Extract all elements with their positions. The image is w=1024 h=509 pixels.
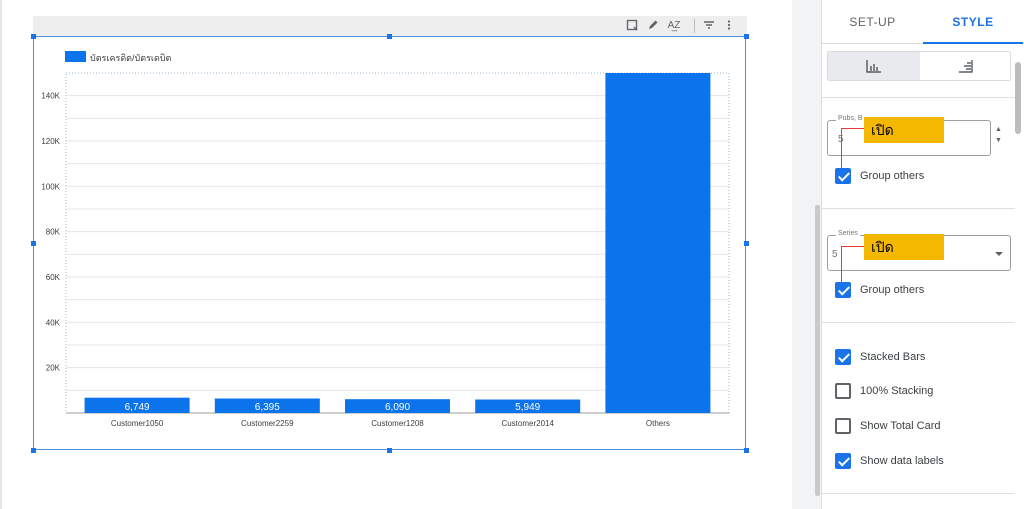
panel-tabs: SET-UP STYLE — [822, 0, 1024, 44]
series-count-value: 5 — [832, 249, 838, 260]
bar-chart[interactable]: บัตรเครดิต/บัตรเดบิต 20K 40K 60K 80K 100K 120… — [34, 37, 745, 449]
percent-stacking-label: 100% Stacking — [860, 385, 934, 397]
section-divider — [822, 97, 1015, 98]
show-total-card-label: Show Total Card — [860, 420, 941, 432]
orientation-toggle — [827, 51, 1011, 81]
active-tab-indicator — [923, 42, 1023, 44]
bars-count-label: Pubs, B — [836, 115, 865, 122]
series-count-label: Series — [836, 230, 860, 237]
select-icon[interactable] — [625, 19, 639, 33]
callout-leader-1 — [841, 128, 842, 168]
callout-leader-2 — [841, 246, 842, 284]
tab-setup[interactable]: SET-UP — [822, 0, 923, 44]
x-tick-label: Customer2014 — [501, 419, 554, 428]
y-tick-label: 80K — [46, 228, 61, 237]
filter-icon[interactable] — [702, 19, 716, 33]
sort-az-icon[interactable]: A͢Z — [667, 19, 681, 33]
stacked-bars-checkbox[interactable] — [835, 349, 851, 365]
legend-label[interactable]: บัตรเครดิต/บัตรเดบิต — [90, 53, 172, 63]
horizontal-bars-button[interactable] — [920, 52, 1012, 80]
y-tick-label: 20K — [46, 364, 61, 373]
callout-leader-1-h — [841, 128, 864, 129]
canvas-left-edge — [0, 0, 2, 509]
show-total-card-checkbox[interactable] — [835, 418, 851, 434]
vertical-bars-button[interactable] — [828, 52, 920, 80]
chart-bars: 6,749 6,395 6,090 5,949 — [84, 73, 711, 413]
tab-style[interactable]: STYLE — [923, 0, 1023, 44]
y-tick-label: 100K — [41, 182, 60, 191]
data-label: 6,090 — [385, 402, 410, 413]
callout-open-1: เปิด — [864, 117, 944, 143]
group-others-bars-checkbox[interactable] — [835, 168, 851, 184]
canvas-scrollbar[interactable] — [815, 205, 820, 496]
section-divider — [822, 493, 1015, 494]
data-label: 5,949 — [515, 402, 540, 413]
chart-y-axis: 20K 40K 60K 80K 100K 120K 140K — [41, 92, 60, 373]
bar-chart-horizontal-icon — [959, 60, 973, 73]
chart-toolbar: A͢Z — [33, 16, 747, 36]
show-data-labels-label: Show data labels — [860, 455, 944, 467]
legend-swatch — [65, 51, 86, 62]
decrement-icon[interactable]: ▼ — [995, 137, 1002, 145]
data-label: 6,395 — [255, 402, 280, 413]
panel-scrollbar[interactable] — [1015, 62, 1021, 134]
callout-open-2: เปิด — [864, 234, 944, 260]
y-tick-label: 40K — [46, 318, 61, 327]
pencil-icon[interactable] — [646, 19, 660, 33]
toolbar-separator — [694, 19, 695, 33]
data-label: 6,749 — [125, 402, 150, 413]
x-tick-label: Customer1050 — [111, 419, 164, 428]
section-divider — [822, 322, 1015, 323]
x-tick-label: Customer1208 — [371, 419, 424, 428]
chevron-down-icon[interactable] — [995, 252, 1003, 256]
y-tick-label: 140K — [41, 92, 60, 101]
more-vert-icon[interactable] — [722, 19, 736, 33]
bar-chart-vertical-icon — [866, 60, 881, 73]
chart-x-axis: Customer1050 Customer2259 Customer1208 Cust… — [111, 419, 670, 428]
report-canvas: A͢Z บัตรเครดิต/บัตรเดบิต 20K 40K 60K 80K 100… — [0, 0, 792, 509]
percent-stacking-checkbox[interactable] — [835, 383, 851, 399]
stacked-bars-label: Stacked Bars — [860, 351, 926, 363]
y-tick-label: 60K — [46, 273, 61, 282]
section-divider — [822, 208, 1015, 209]
group-others-bars-label: Group others — [860, 170, 925, 182]
y-tick-label: 120K — [41, 137, 60, 146]
show-data-labels-checkbox[interactable] — [835, 453, 851, 469]
properties-panel: SET-UP STYLE Pubs, B 5 ▲ ▼ เปิด Group ot… — [821, 0, 1024, 509]
group-others-series-checkbox[interactable] — [835, 282, 851, 298]
group-others-series-label: Group others — [860, 284, 925, 296]
x-tick-label: Customer2259 — [241, 419, 294, 428]
callout-leader-2-h — [841, 246, 864, 247]
x-tick-label: Others — [646, 419, 670, 428]
increment-icon[interactable]: ▲ — [995, 126, 1002, 134]
bar-others[interactable] — [605, 73, 711, 413]
